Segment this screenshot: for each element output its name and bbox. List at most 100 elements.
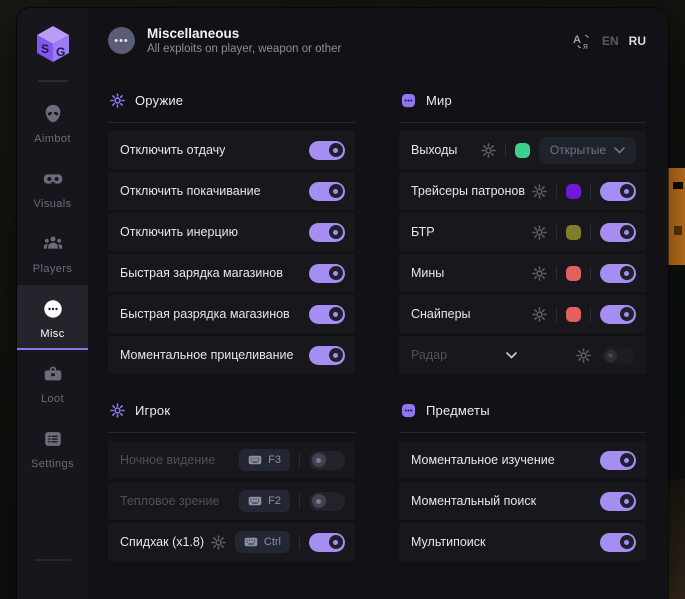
toggle-switch[interactable]	[600, 264, 636, 283]
color-swatch[interactable]	[515, 143, 530, 158]
gear-icon[interactable]	[532, 184, 547, 199]
toggle-knob	[329, 184, 343, 198]
row-controls	[532, 182, 636, 201]
section-1: ИгрокНочное видениеF3Тепловое зрениеF2Сп…	[108, 377, 355, 561]
setting-label: Выходы	[411, 143, 457, 157]
sidebar-item-label: Loot	[41, 393, 64, 405]
keybind-badge[interactable]: Ctrl	[235, 531, 290, 553]
toggle-switch[interactable]	[309, 492, 345, 511]
toggle-switch[interactable]	[309, 533, 345, 552]
content-area: ОружиеОтключить отдачуОтключить покачива…	[88, 65, 668, 599]
svg-text:S: S	[41, 42, 49, 56]
separator	[590, 266, 591, 281]
gear-icon[interactable]	[481, 143, 496, 158]
section-0: МирВыходыОткрытыеТрейсеры патроновБТРМин…	[399, 77, 646, 374]
toggle-switch[interactable]	[600, 223, 636, 242]
setting-row: Быстрая разрядка магазинов	[108, 295, 355, 333]
toggle-dot	[624, 458, 629, 463]
setting-label: Снайперы	[411, 307, 471, 321]
setting-row: Радар	[399, 336, 646, 374]
separator	[556, 266, 557, 281]
column-right: МирВыходыОткрытыеТрейсеры патроновБТРМин…	[399, 77, 646, 599]
setting-label: Моментальный поиск	[411, 494, 536, 508]
keyboard-icon	[244, 537, 258, 547]
toggle-knob	[620, 453, 634, 467]
keybind-badge[interactable]: F3	[239, 449, 290, 471]
color-swatch[interactable]	[566, 225, 581, 240]
keybind-badge[interactable]: F2	[239, 490, 290, 512]
sidebar: S G AimbotVisualsPlayersMiscLootSettings	[17, 8, 88, 599]
sidebar-item-settings[interactable]: Settings	[17, 415, 88, 480]
sidebar-item-loot[interactable]: Loot	[17, 350, 88, 415]
sidebar-item-misc[interactable]: Misc	[17, 285, 88, 350]
toggle-knob	[329, 143, 343, 157]
game-background-brown-element	[668, 479, 685, 599]
expand-chevron-down-icon[interactable]	[506, 352, 517, 359]
gear-icon[interactable]	[532, 266, 547, 281]
toggle-dot	[333, 353, 338, 358]
section-header: Игрок	[108, 377, 355, 432]
page-title: Miscellaneous	[147, 26, 341, 41]
toggle-dot	[333, 230, 338, 235]
color-swatch[interactable]	[566, 307, 581, 322]
toggle-switch[interactable]	[600, 305, 636, 324]
game-background-orange-element	[668, 168, 685, 265]
row-controls: Ctrl	[211, 531, 345, 553]
toggle-switch[interactable]	[309, 451, 345, 470]
setting-row: Тепловое зрениеF2	[108, 482, 355, 520]
toggle-switch[interactable]	[600, 451, 636, 470]
gear-icon	[110, 403, 125, 418]
toggle-switch[interactable]	[309, 346, 345, 365]
sidebar-item-visuals[interactable]: Visuals	[17, 155, 88, 220]
setting-label: Моментальное изучение	[411, 453, 555, 467]
toggle-switch[interactable]	[600, 182, 636, 201]
toggle-dot	[624, 189, 629, 194]
separator	[590, 184, 591, 199]
toggle-dot	[333, 271, 338, 276]
setting-label: Трейсеры патронов	[411, 184, 525, 198]
separator	[299, 535, 300, 550]
toggle-switch[interactable]	[600, 492, 636, 511]
toggle-switch[interactable]	[309, 305, 345, 324]
toggle-switch[interactable]	[309, 182, 345, 201]
row-controls	[309, 264, 345, 283]
row-controls	[309, 141, 345, 160]
color-swatch[interactable]	[566, 184, 581, 199]
toggle-switch[interactable]	[602, 347, 634, 364]
toggle-switch[interactable]	[309, 141, 345, 160]
toggle-knob	[620, 307, 634, 321]
toggle-switch[interactable]	[600, 533, 636, 552]
gear-icon[interactable]	[211, 535, 226, 550]
page-subtitle: All exploits on player, weapon or other	[147, 43, 341, 55]
toggle-dot	[333, 312, 338, 317]
row-controls	[532, 305, 636, 324]
setting-row: Моментальное прицеливание	[108, 336, 355, 374]
setting-label: Мины	[411, 266, 444, 280]
toggle-dot	[316, 499, 321, 504]
toggle-switch[interactable]	[309, 264, 345, 283]
setting-row: Ночное видениеF3	[108, 441, 355, 479]
sidebar-item-label: Settings	[31, 458, 74, 470]
setting-label: Быстрая разрядка магазинов	[120, 307, 290, 321]
gear-icon[interactable]	[576, 348, 591, 363]
toggle-switch[interactable]	[309, 223, 345, 242]
gear-icon[interactable]	[532, 225, 547, 240]
row-controls	[309, 223, 345, 242]
lang-ru-button[interactable]: RU	[629, 34, 646, 48]
setting-row: Быстрая зарядка магазинов	[108, 254, 355, 292]
row-controls	[600, 451, 636, 470]
sidebar-item-aimbot[interactable]: Aimbot	[17, 90, 88, 155]
row-controls	[532, 223, 636, 242]
row-controls	[600, 492, 636, 511]
sidebar-divider	[38, 80, 68, 82]
lang-en-button[interactable]: EN	[602, 34, 619, 48]
exits-state-dropdown[interactable]: Открытые	[539, 137, 636, 164]
toggle-dot	[608, 353, 612, 357]
vr-goggles-icon	[41, 167, 65, 191]
color-swatch[interactable]	[566, 266, 581, 281]
sidebar-item-players[interactable]: Players	[17, 220, 88, 285]
separator	[556, 225, 557, 240]
setting-label: Отключить инерцию	[120, 225, 238, 239]
section-0: ОружиеОтключить отдачуОтключить покачива…	[108, 77, 355, 374]
gear-icon[interactable]	[532, 307, 547, 322]
